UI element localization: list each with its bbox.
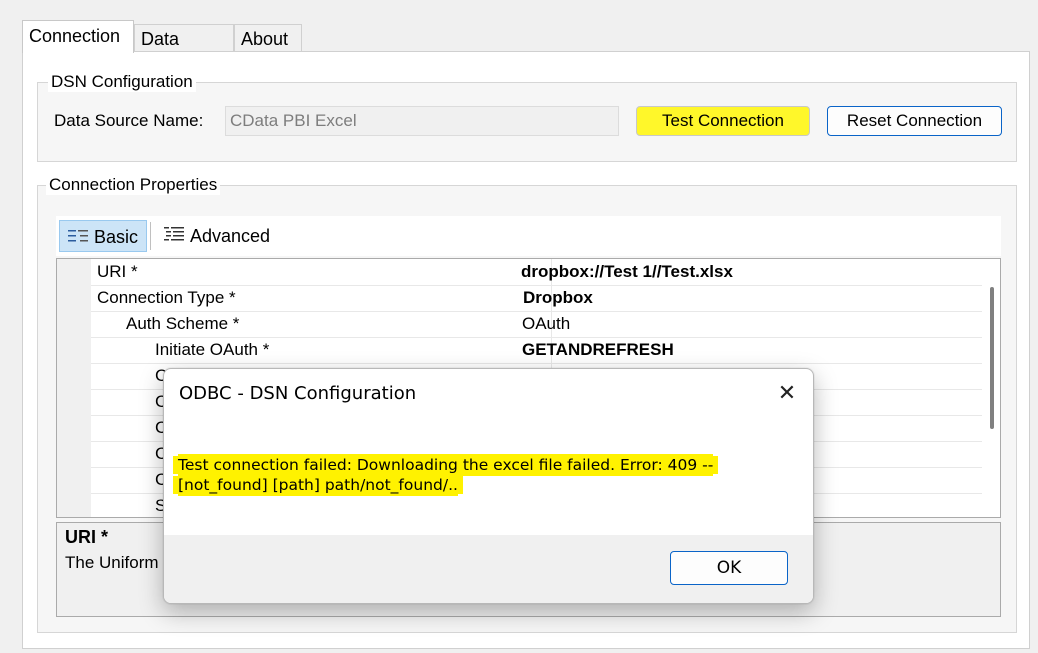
property-row-auth-scheme[interactable]: Auth Scheme * OAuth [91, 311, 983, 338]
grid-scrollbar[interactable] [982, 259, 1000, 517]
property-name: URI * [97, 262, 138, 281]
data-source-name-field[interactable]: CData PBI Excel [225, 106, 619, 136]
property-value[interactable]: Dropbox [523, 285, 593, 311]
data-source-name-label: Data Source Name: [54, 111, 204, 130]
error-dialog: ODBC - DSN Configuration ✕ Test connecti… [163, 368, 814, 604]
toolbar-separator [150, 222, 151, 250]
property-value[interactable]: GETANDREFRESH [522, 337, 674, 363]
dialog-title: ODBC - DSN Configuration [179, 383, 417, 404]
description-text: The Uniform [65, 553, 159, 572]
property-value[interactable]: dropbox://Test 1//Test.xlsx [521, 259, 733, 285]
property-value[interactable]: OAuth [522, 311, 570, 337]
properties-toolbar: Basic Advanced [56, 216, 1001, 256]
test-connection-button[interactable]: Test Connection [636, 106, 810, 136]
basic-view-button[interactable]: Basic [59, 220, 147, 252]
tab-connection[interactable]: Connection [22, 20, 134, 53]
property-name: Auth Scheme * [126, 314, 240, 333]
property-name: Connection Type * [97, 288, 236, 307]
dialog-footer: OK [164, 535, 813, 603]
tab-data-model[interactable]: Data Model [134, 24, 234, 77]
error-message-line-2: [not_found] [path] path/not_found/.. [178, 476, 458, 494]
dialog-message: Test connection failed: Downloading the … [178, 455, 768, 495]
description-title: URI * [65, 527, 109, 547]
advanced-list-icon [164, 227, 184, 241]
close-icon[interactable]: ✕ [767, 375, 807, 411]
connection-properties-title: Connection Properties [46, 175, 221, 195]
advanced-view-button[interactable]: Advanced [156, 220, 296, 252]
property-row-initiate-oauth[interactable]: Initiate OAuth * GETANDREFRESH [91, 337, 983, 364]
advanced-view-label: Advanced [190, 226, 271, 246]
property-name: Initiate OAuth * [155, 340, 270, 359]
basic-view-label: Basic [94, 227, 139, 247]
dsn-configuration-title: DSN Configuration [48, 72, 196, 92]
property-row-uri[interactable]: URI * dropbox://Test 1//Test.xlsx [91, 259, 983, 286]
basic-list-icon [68, 230, 88, 242]
grid-gutter [57, 259, 91, 517]
property-row-connection-type[interactable]: Connection Type * Dropbox [91, 285, 983, 312]
tab-about[interactable]: About [234, 24, 302, 52]
grid-scrollbar-thumb[interactable] [990, 287, 994, 429]
error-message-line-1: Test connection failed: Downloading the … [178, 456, 714, 474]
reset-connection-button[interactable]: Reset Connection [827, 106, 1002, 136]
ok-button[interactable]: OK [670, 551, 788, 585]
